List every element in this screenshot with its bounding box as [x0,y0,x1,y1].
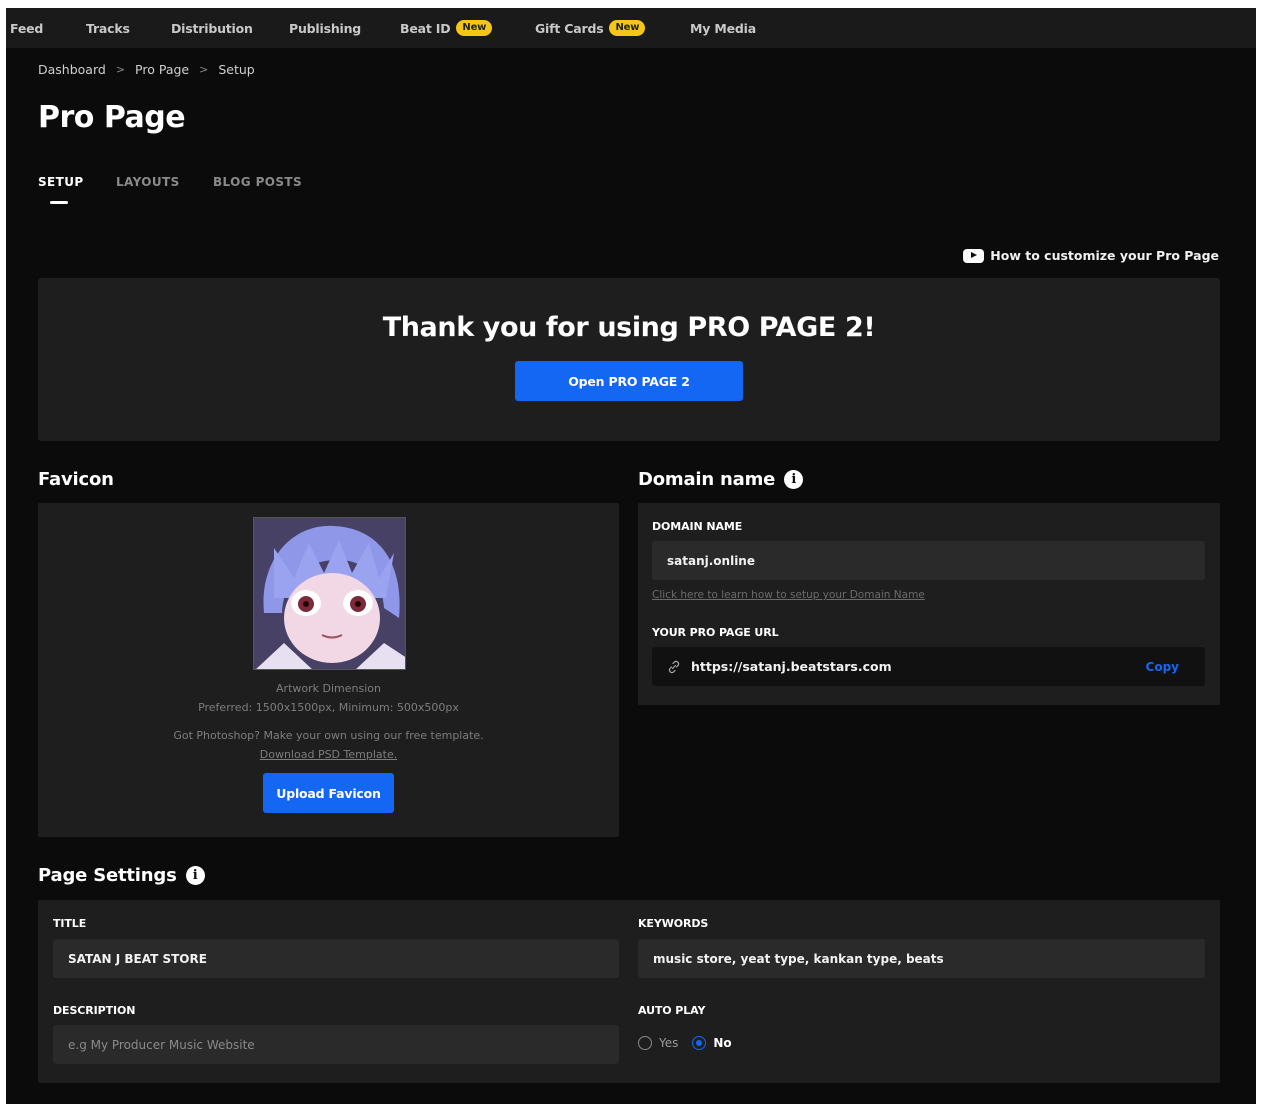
tab-layouts[interactable]: LAYOUTS [116,175,180,189]
domain-name-input[interactable]: satanj.online [652,541,1205,580]
tab-setup[interactable]: SETUP [38,175,84,189]
nav-item-tracks[interactable]: Tracks [86,8,130,48]
link-icon [668,660,680,673]
keywords-label: KEYWORDS [638,917,709,930]
promo-title: Thank you for using PRO PAGE 2! [382,312,876,343]
breadcrumb-pro-page[interactable]: Pro Page [135,62,189,77]
youtube-play-icon [963,248,985,263]
app-frame: Feed Tracks Distribution Publishing Beat… [6,8,1256,1104]
top-nav: Feed Tracks Distribution Publishing Beat… [6,8,1256,48]
new-badge: New [609,20,646,36]
autoplay-radio-group: Yes No [638,1036,732,1050]
nav-item-distribution[interactable]: Distribution [171,8,253,48]
artwork-dimension-label: Artwork Dimension [276,682,381,695]
domain-panel: DOMAIN NAME satanj.online Click here to … [638,503,1220,705]
autoplay-label: AUTO PLAY [638,1004,706,1017]
nav-item-feed[interactable]: Feed [10,8,43,48]
page-title: Pro Page [38,100,186,135]
breadcrumb: Dashboard > Pro Page > Setup [38,62,255,77]
info-icon[interactable]: i [185,866,205,885]
favicon-image [254,518,405,669]
download-psd-link[interactable]: Download PSD Template. [260,748,397,761]
new-badge: New [456,20,493,36]
breadcrumb-setup: Setup [218,62,255,77]
breadcrumb-dashboard[interactable]: Dashboard [38,62,106,77]
howto-link[interactable]: How to customize your Pro Page [963,248,1219,263]
nav-item-publishing[interactable]: Publishing [289,8,361,48]
upload-favicon-button[interactable]: Upload Favicon [263,773,394,813]
active-tab-indicator [50,201,68,204]
tab-blog-posts[interactable]: BLOG POSTS [213,175,302,189]
nav-item-beat-id[interactable]: Beat ID New [400,8,493,48]
download-psd-link-row: Download PSD Template. [38,748,619,761]
title-input[interactable]: SATAN J BEAT STORE [53,939,619,978]
nav-item-gift-cards[interactable]: Gift Cards New [535,8,646,48]
title-label: TITLE [53,917,87,930]
nav-item-my-media[interactable]: My Media [690,8,756,48]
open-pro-page-button[interactable]: Open PRO PAGE 2 [515,361,743,401]
autoplay-yes-radio[interactable] [638,1036,652,1050]
keywords-input[interactable]: music store, yeat type, kankan type, bea… [638,939,1205,978]
copy-url-button[interactable]: Copy [1146,660,1179,674]
promo-banner: Thank you for using PRO PAGE 2! Open PRO… [38,278,1220,441]
favicon-artwork [253,517,406,670]
photoshop-text: Got Photoshop? Make your own using our f… [173,729,484,742]
page-settings-panel: TITLE SATAN J BEAT STORE KEYWORDS music … [38,900,1220,1083]
info-icon[interactable]: i [784,470,804,489]
favicon-heading: Favicon [38,469,114,490]
pro-page-url-field: https://satanj.beatstars.com Copy [652,647,1205,686]
artwork-dimension-value: Preferred: 1500x1500px, Minimum: 500x500… [198,701,459,714]
autoplay-no-radio[interactable] [692,1036,707,1050]
domain-help-link[interactable]: Click here to learn how to setup your Do… [652,589,925,601]
description-label: DESCRIPTION [53,1004,136,1017]
breadcrumb-separator: > [115,63,126,76]
description-input[interactable]: e.g My Producer Music Website [53,1025,619,1064]
breadcrumb-separator: > [199,63,209,76]
favicon-panel: Artwork Dimension Preferred: 1500x1500px… [38,503,619,837]
domain-heading: Domain name i [638,469,804,490]
page-settings-heading: Page Settings i [38,865,205,886]
pro-page-url-label: YOUR PRO PAGE URL [652,626,779,639]
domain-name-label: DOMAIN NAME [652,520,743,533]
